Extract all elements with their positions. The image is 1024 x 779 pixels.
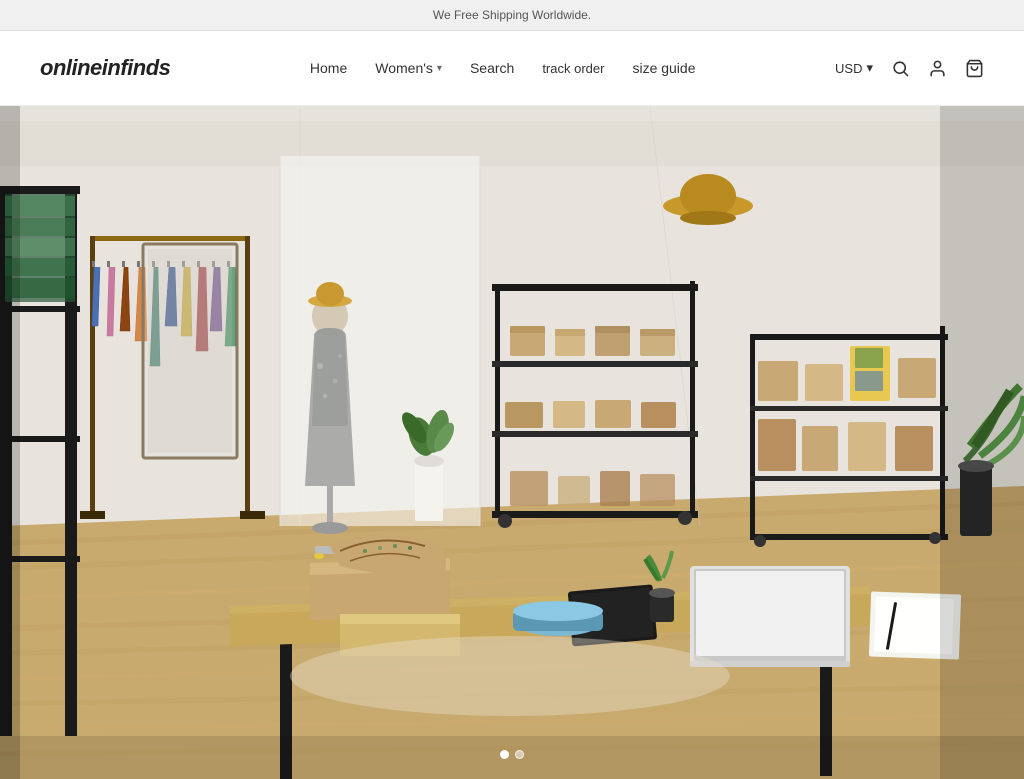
site-header: onlineinfinds Home Women's ▾ Search trac… — [0, 31, 1024, 106]
nav-search[interactable]: Search — [470, 60, 514, 76]
nav-womens[interactable]: Women's ▾ — [375, 60, 442, 76]
announcement-text: We Free Shipping Worldwide. — [433, 8, 591, 22]
carousel-dot-2[interactable] — [515, 750, 524, 759]
chevron-down-icon: ▾ — [437, 63, 442, 74]
carousel-dot-1[interactable] — [500, 750, 509, 759]
account-button[interactable] — [928, 59, 947, 78]
carousel-indicators — [500, 750, 524, 759]
cart-button[interactable] — [965, 59, 984, 78]
currency-chevron-icon: ▾ — [866, 60, 873, 76]
nav-track-order[interactable]: track order — [542, 61, 604, 76]
hero-section — [0, 106, 1024, 779]
header-actions: USD ▾ — [835, 59, 984, 78]
nav-size-guide[interactable]: size guide — [632, 60, 695, 76]
nav-home[interactable]: Home — [310, 60, 347, 76]
currency-selector[interactable]: USD ▾ — [835, 60, 873, 76]
main-nav: Home Women's ▾ Search track order size g… — [170, 60, 835, 76]
site-logo[interactable]: onlineinfinds — [40, 55, 170, 81]
announcement-bar: We Free Shipping Worldwide. — [0, 0, 1024, 31]
search-button[interactable] — [891, 59, 910, 78]
currency-label: USD — [835, 61, 862, 76]
